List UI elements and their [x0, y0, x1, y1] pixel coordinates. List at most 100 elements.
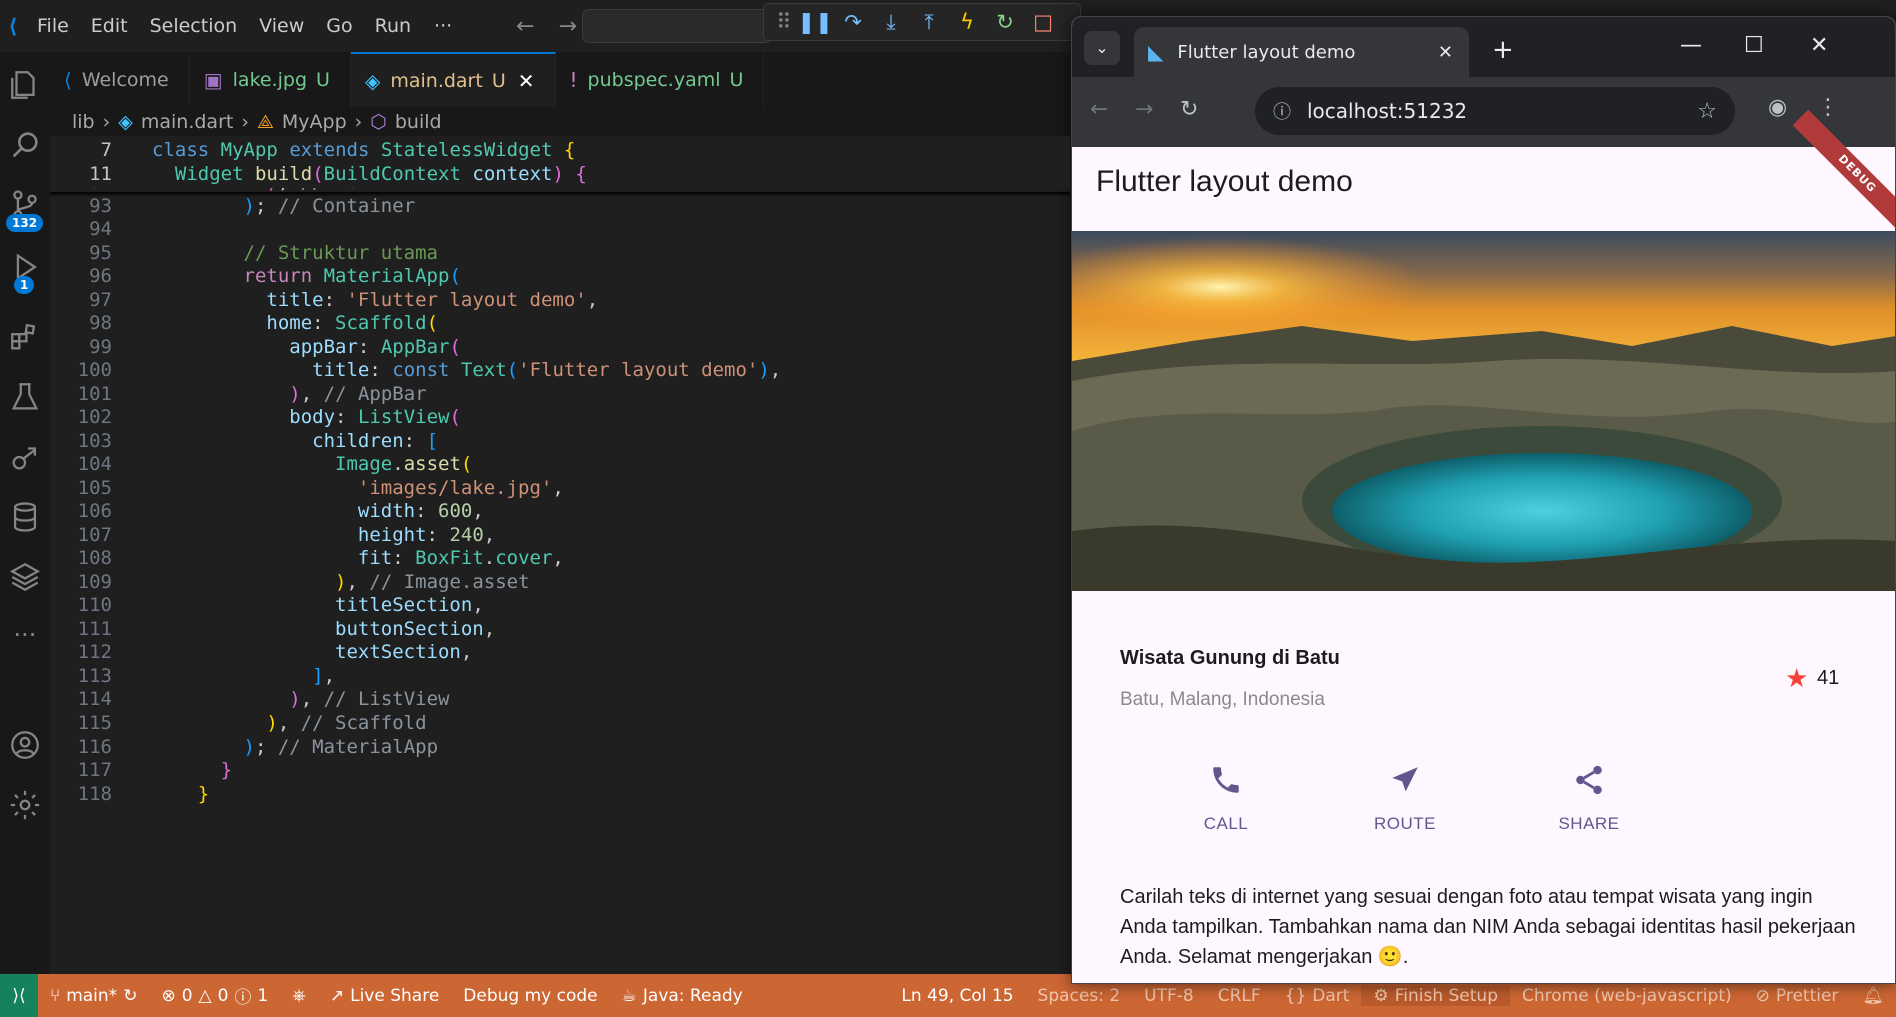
- explorer-icon[interactable]: [0, 60, 50, 110]
- pause-icon[interactable]: ❚❚: [796, 3, 834, 41]
- extensions-icon[interactable]: [0, 312, 50, 362]
- database-icon[interactable]: [0, 492, 50, 542]
- title-section: Wisata Gunung di Batu Batu, Malang, Indo…: [1072, 591, 1895, 741]
- settings-gear-icon[interactable]: [0, 780, 50, 830]
- testing-icon[interactable]: [0, 372, 50, 422]
- command-center-search[interactable]: [582, 9, 772, 43]
- tab-pubspec-yaml[interactable]: ! pubspec.yaml U: [556, 52, 765, 107]
- step-into-icon[interactable]: ⤓: [872, 3, 910, 41]
- tab-status: U: [316, 68, 330, 91]
- error-icon: ⊗: [161, 985, 176, 1006]
- new-tab-icon[interactable]: +: [1492, 35, 1514, 65]
- call-button[interactable]: CALL: [1166, 763, 1286, 834]
- maximize-icon[interactable]: ☐: [1744, 33, 1764, 58]
- image-icon: ▣: [203, 67, 223, 92]
- account-icon[interactable]: [0, 720, 50, 770]
- search-icon[interactable]: [0, 120, 50, 170]
- menu-edit[interactable]: Edit: [80, 0, 139, 52]
- cursor-position[interactable]: Ln 49, Col 15: [889, 986, 1025, 1006]
- tab-label: Welcome: [81, 68, 169, 91]
- finish-setup-button[interactable]: ⚙ Finish Setup: [1361, 985, 1510, 1006]
- breadcrumb-file[interactable]: main.dart: [141, 111, 233, 133]
- route-button[interactable]: ROUTE: [1345, 763, 1465, 834]
- site-info-icon[interactable]: ⓘ: [1273, 98, 1291, 124]
- notifications-bell-icon[interactable]: 🔔︎: [1850, 986, 1896, 1006]
- breadcrumb-method[interactable]: build: [395, 111, 442, 133]
- menu-file[interactable]: File: [26, 0, 80, 52]
- step-over-icon[interactable]: ↷: [834, 3, 872, 41]
- branch-indicator[interactable]: ⑂ main* ↻: [38, 986, 149, 1006]
- tab-main-dart[interactable]: ◈ main.dart U ✕: [350, 52, 556, 107]
- tab-status: U: [491, 69, 506, 92]
- bookmark-star-icon[interactable]: ☆: [1697, 99, 1717, 124]
- browser-menu-icon[interactable]: ⋮: [1817, 95, 1839, 120]
- problems-indicator[interactable]: ⊗ 0 △ 0 ⓘ 1: [149, 983, 280, 1009]
- restart-icon[interactable]: ↻: [986, 3, 1024, 41]
- browser-tab-title: Flutter layout demo: [1177, 41, 1356, 63]
- debug-my-code-button[interactable]: Debug my code: [451, 986, 609, 1006]
- close-icon[interactable]: ✕: [518, 69, 535, 93]
- menu-go[interactable]: Go: [315, 0, 363, 52]
- run-debug-icon[interactable]: 1: [0, 242, 50, 294]
- menu-run[interactable]: Run: [364, 0, 422, 52]
- more-views-icon[interactable]: ···: [0, 610, 50, 660]
- method-icon: ⬡: [370, 111, 387, 133]
- vscode-logo-icon[interactable]: ⟨: [0, 0, 26, 52]
- browser-window: ⌄ ◣ Flutter layout demo ✕ + — ☐ ✕ ← → ↻ …: [1071, 16, 1896, 984]
- place-location: Batu, Malang, Indonesia: [1120, 689, 1325, 710]
- remote-indicator-icon[interactable]: ⟩⟨: [0, 974, 38, 1017]
- scm-badge: 132: [6, 214, 44, 232]
- language-mode[interactable]: {} Dart: [1273, 986, 1362, 1006]
- warning-icon: △: [198, 985, 212, 1006]
- sticky-line: 11 Widget build(BuildContext context) {: [50, 160, 1070, 188]
- source-control-icon[interactable]: 132: [0, 180, 50, 232]
- encoding[interactable]: UTF-8: [1132, 986, 1206, 1006]
- chevron-right-icon: ›: [354, 111, 363, 133]
- breadcrumb-folder[interactable]: lib: [72, 111, 95, 133]
- layers-icon[interactable]: [0, 552, 50, 602]
- java-status[interactable]: ☕ Java: Ready: [610, 986, 755, 1006]
- place-title: Wisata Gunung di Batu: [1120, 647, 1340, 669]
- chevron-right-icon: ›: [241, 111, 249, 133]
- back-arrow-icon[interactable]: ←: [504, 14, 546, 39]
- stop-icon[interactable]: □: [1024, 3, 1062, 41]
- flutter-app-viewport: Flutter layout demo DEBUG Wisata Gunung …: [1072, 109, 1895, 983]
- debug-badge: 1: [14, 276, 35, 294]
- indentation[interactable]: Spaces: 2: [1026, 986, 1133, 1006]
- step-out-icon[interactable]: ⤒: [910, 3, 948, 41]
- reload-icon[interactable]: ↻: [1180, 97, 1198, 122]
- window-close-icon[interactable]: ✕: [1810, 33, 1828, 58]
- minimize-icon[interactable]: —: [1680, 33, 1702, 58]
- sync-icon: ↻: [123, 985, 138, 1006]
- prettier-status[interactable]: ⊘ Prettier: [1744, 986, 1851, 1006]
- star-icon: ★: [1785, 663, 1809, 693]
- button-section: CALL ROUTE SHARE: [1072, 747, 1895, 857]
- share-button[interactable]: SHARE: [1529, 763, 1649, 834]
- end-of-line[interactable]: CRLF: [1206, 986, 1273, 1006]
- hot-reload-icon[interactable]: ϟ: [948, 3, 986, 41]
- back-icon[interactable]: ←: [1090, 97, 1108, 122]
- tab-status: U: [729, 68, 744, 91]
- forward-icon[interactable]: →: [1135, 97, 1153, 122]
- address-bar[interactable]: ⓘ localhost:51232 ☆: [1255, 87, 1735, 135]
- drag-handle-icon[interactable]: ⠿: [772, 3, 796, 41]
- live-share-button[interactable]: ↗ Live Share: [318, 986, 451, 1006]
- menu-selection[interactable]: Selection: [139, 0, 249, 52]
- dart-icon: ◈: [364, 68, 381, 93]
- flutter-device[interactable]: Chrome (web-javascript): [1510, 986, 1744, 1006]
- profile-icon[interactable]: ◉: [1768, 95, 1787, 120]
- tab-search-icon[interactable]: ⌄: [1084, 31, 1120, 65]
- menu-more-button[interactable]: ···: [422, 15, 464, 37]
- remote-explorer-icon[interactable]: [0, 432, 50, 482]
- tab-label: pubspec.yaml: [587, 68, 721, 91]
- flutter-logo-icon: ◣: [1148, 40, 1164, 64]
- breadcrumb-class[interactable]: MyApp: [282, 111, 347, 133]
- dart-icon: ◈: [118, 111, 133, 133]
- menu-view[interactable]: View: [248, 0, 315, 52]
- close-tab-icon[interactable]: ✕: [1438, 42, 1453, 63]
- browser-tab[interactable]: ◣ Flutter layout demo ✕: [1134, 27, 1469, 77]
- tab-welcome[interactable]: ⟨ Welcome: [50, 52, 190, 107]
- code-editor[interactable]: 7 class MyApp extends StatelessWidget { 1…: [50, 136, 1070, 974]
- debug-launch-icon[interactable]: ⎈: [280, 986, 318, 1006]
- tab-lake-jpg[interactable]: ▣ lake.jpg U: [190, 52, 351, 107]
